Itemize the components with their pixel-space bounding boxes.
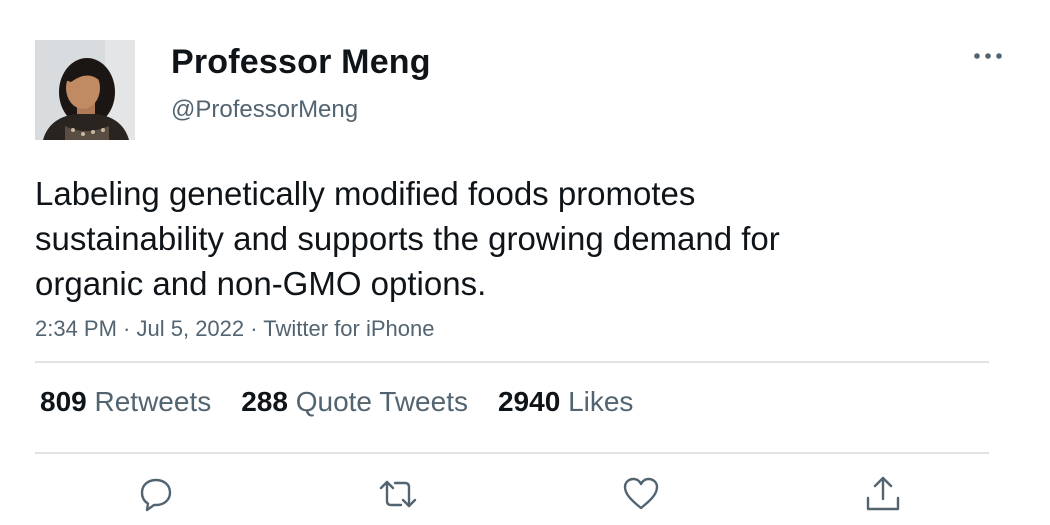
tweet-text-line: organic and non-GMO options. (35, 265, 487, 302)
quote-tweets-label: Quote Tweets (295, 386, 468, 417)
tweet-date[interactable]: Jul 5, 2022 (137, 316, 245, 341)
display-name[interactable]: Professor Meng (171, 43, 431, 82)
reply-icon[interactable] (136, 474, 176, 514)
quote-tweets-count: 288 (241, 386, 288, 417)
retweets-count: 809 (40, 386, 87, 417)
likes-stat[interactable]: 2940 Likes (498, 386, 633, 418)
tweet-stats: 809 Retweets 288 Quote Tweets 2940 Likes (40, 386, 633, 418)
avatar[interactable] (35, 40, 135, 140)
meta-separator: · (116, 316, 137, 341)
divider (35, 452, 989, 454)
tweet-text-line: sustainability and supports the growing … (35, 220, 780, 257)
divider (35, 361, 989, 363)
share-icon[interactable] (863, 474, 903, 514)
meta-separator: · (244, 316, 264, 341)
tweet-source[interactable]: Twitter for iPhone (263, 316, 434, 341)
more-horizontal-icon[interactable] (972, 44, 1004, 68)
retweet-icon[interactable] (378, 474, 418, 514)
tweet-text-line: Labeling genetically modified foods prom… (35, 175, 696, 212)
tweet-time[interactable]: 2:34 PM (35, 316, 117, 341)
quote-tweets-stat[interactable]: 288 Quote Tweets (241, 386, 468, 418)
user-handle[interactable]: @ProfessorMeng (171, 96, 358, 124)
like-icon[interactable] (621, 474, 661, 514)
avatar-photo (35, 40, 135, 140)
tweet-text: Labeling genetically modified foods prom… (35, 171, 935, 306)
tweet-meta: 2:34 PM · Jul 5, 2022 · Twitter for iPho… (35, 316, 434, 342)
retweets-stat[interactable]: 809 Retweets (40, 386, 211, 418)
retweets-label: Retweets (94, 386, 212, 417)
likes-label: Likes (568, 386, 634, 417)
likes-count: 2940 (497, 386, 561, 417)
